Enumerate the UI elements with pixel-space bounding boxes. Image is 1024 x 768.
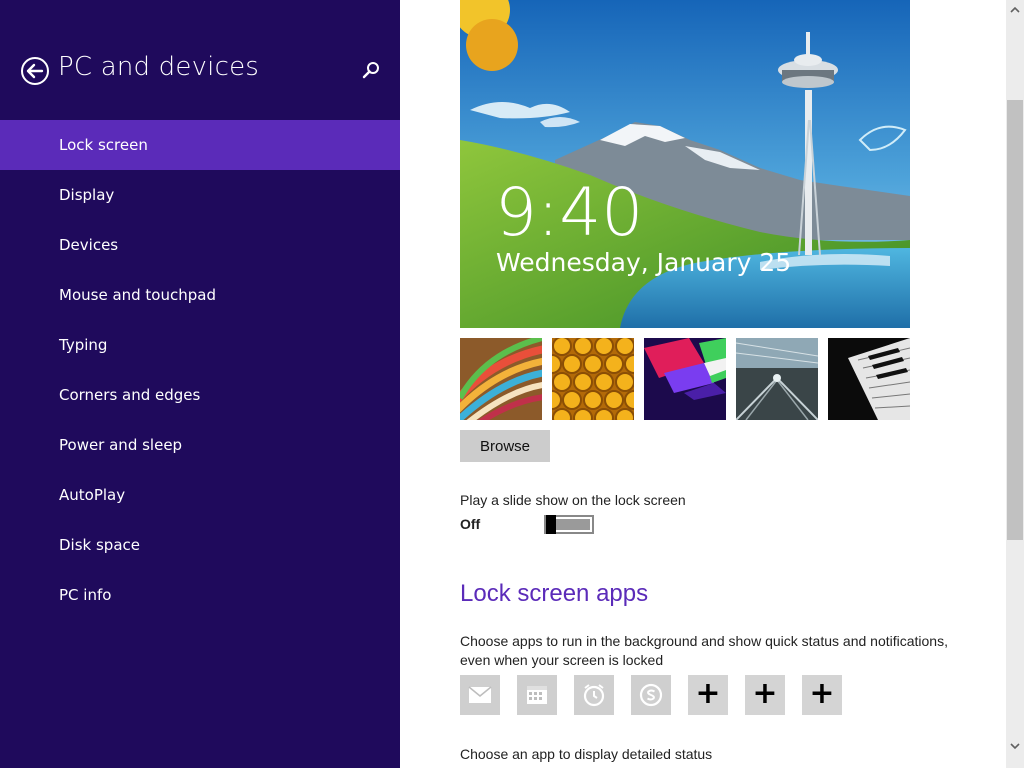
toggle-track [556,519,590,530]
search-button[interactable] [360,60,382,82]
sidebar-item-label: Corners and edges [59,386,201,404]
skype-icon [639,683,663,707]
sidebar-item-label: Display [59,186,115,204]
mail-icon [468,686,492,703]
sidebar-item-label: PC info [59,586,112,604]
background-thumbnail-4[interactable] [736,338,818,420]
slideshow-toggle[interactable] [544,515,594,534]
lock-app-alarms[interactable] [574,675,614,715]
background-thumbnail-5[interactable] [828,338,910,420]
thumbnail-image [736,338,818,420]
vertical-scrollbar[interactable] [1006,0,1024,768]
search-icon [362,62,379,79]
sidebar-item-autoplay[interactable]: AutoPlay [0,470,400,520]
plus-icon: + [752,676,778,711]
lock-screen-apps-heading: Lock screen apps [460,580,649,607]
sidebar-item-display[interactable]: Display [0,170,400,220]
plus-icon: + [695,676,721,711]
detailed-status-label: Choose an app to display detailed status [460,746,713,762]
sidebar-item-power-and-sleep[interactable]: Power and sleep [0,420,400,470]
lock-screen-date: Wednesday, January 25 [496,248,792,277]
toggle-knob [546,515,556,534]
thumbnail-image [828,338,910,420]
chevron-down-icon [1010,743,1020,750]
browse-button[interactable]: Browse [460,430,550,462]
sidebar-item-label: Typing [59,336,108,354]
add-lock-app-button-3[interactable]: + [802,675,842,715]
calendar-icon [527,686,547,704]
sidebar-item-label: AutoPlay [59,486,126,504]
back-button[interactable] [20,56,50,86]
add-lock-app-button-1[interactable]: + [688,675,728,715]
plus-icon: + [809,676,835,711]
sidebar-item-mouse-and-touchpad[interactable]: Mouse and touchpad [0,270,400,320]
add-lock-app-button-2[interactable]: + [745,675,785,715]
back-arrow-icon [21,57,49,85]
sidebar: PC and devices Lock screen Display Devic… [0,0,400,768]
sidebar-item-devices[interactable]: Devices [0,220,400,270]
sidebar-item-typing[interactable]: Typing [0,320,400,370]
content-pane: 9:40 Wednesday, January 25 Browse Play a… [400,0,1006,768]
background-thumbnail-3[interactable] [644,338,726,420]
lock-app-mail[interactable] [460,675,500,715]
background-thumbnail-1[interactable] [460,338,542,420]
lock-app-calendar[interactable] [517,675,557,715]
sidebar-item-corners-and-edges[interactable]: Corners and edges [0,370,400,420]
lock-app-skype[interactable] [631,675,671,715]
background-thumbnail-2[interactable] [552,338,634,420]
sidebar-item-label: Power and sleep [59,436,183,454]
thumbnail-image [552,338,634,420]
chevron-up-icon [1010,6,1020,13]
sidebar-item-label: Mouse and touchpad [59,286,216,304]
thumbnail-image [644,338,726,420]
thumbnail-image [460,338,542,420]
lock-screen-apps-description: Choose apps to run in the background and… [460,633,948,668]
lock-screen-time: 9:40 [495,174,644,251]
sidebar-item-disk-space[interactable]: Disk space [0,520,400,570]
sidebar-item-pc-info[interactable]: PC info [0,570,400,620]
scroll-up-button[interactable] [1006,2,1024,18]
sidebar-item-label: Disk space [59,536,140,554]
slideshow-label: Play a slide show on the lock screen [460,492,686,508]
sidebar-item-label: Devices [59,236,119,254]
sidebar-item-lock-screen[interactable]: Lock screen [0,120,400,170]
sidebar-item-label: Lock screen [59,136,148,154]
slideshow-state: Off [460,516,481,532]
page-title: PC and devices [58,52,260,82]
alarm-clock-icon [583,684,605,707]
lock-screen-background-image [460,0,910,328]
scroll-down-button[interactable] [1006,738,1024,754]
lock-screen-preview: 9:40 Wednesday, January 25 [460,0,910,328]
scroll-thumb[interactable] [1007,100,1023,540]
